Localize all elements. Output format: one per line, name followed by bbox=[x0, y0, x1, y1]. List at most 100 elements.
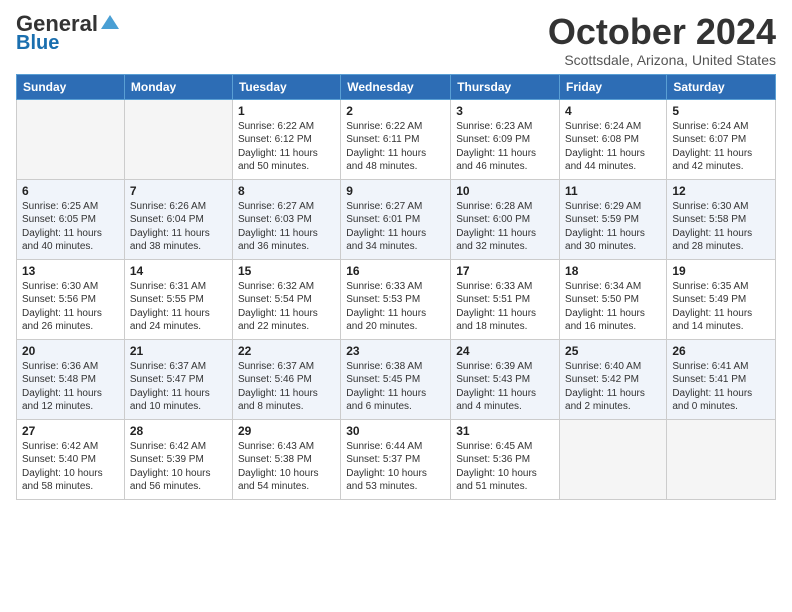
calendar-cell: 2Sunrise: 6:22 AM Sunset: 6:11 PM Daylig… bbox=[341, 99, 451, 179]
day-number: 14 bbox=[130, 264, 227, 278]
logo-icon bbox=[101, 13, 119, 31]
calendar-cell: 16 Sunrise: 6:33 AM Sunset: 5:53 PM Dayli… bbox=[341, 259, 451, 339]
calendar-cell: 21 Sunrise: 6:37 AM Sunset: 5:47 PM Dayli… bbox=[124, 339, 232, 419]
day-info: Sunrise: 6:23 AM Sunset: 6:09 PM Dayligh… bbox=[456, 120, 554, 174]
calendar-week-row: 6 Sunrise: 6:25 AM Sunset: 6:05 PM Daylig… bbox=[17, 179, 776, 259]
calendar-cell bbox=[17, 99, 125, 179]
day-info: Sunrise: 6:27 AM Sunset: 6:01 PM Dayligh… bbox=[346, 200, 445, 254]
calendar-cell: 9 Sunrise: 6:27 AM Sunset: 6:01 PM Daylig… bbox=[341, 179, 451, 259]
day-number: 20 bbox=[22, 344, 119, 358]
calendar-header-row: SundayMondayTuesdayWednesdayThursdayFrid… bbox=[17, 74, 776, 99]
day-info: Sunrise: 6:25 AM Sunset: 6:05 PM Dayligh… bbox=[22, 200, 119, 254]
day-info: Sunrise: 6:32 AM Sunset: 5:54 PM Dayligh… bbox=[238, 280, 335, 334]
calendar-week-row: 1 Sunrise: 6:22 AM Sunset: 6:12 PM Daylig… bbox=[17, 99, 776, 179]
day-number: 7 bbox=[130, 184, 227, 198]
calendar-cell: 6 Sunrise: 6:25 AM Sunset: 6:05 PM Daylig… bbox=[17, 179, 125, 259]
day-info: Sunrise: 6:27 AM Sunset: 6:03 PM Dayligh… bbox=[238, 200, 335, 254]
title-area: October 2024 Scottsdale, Arizona, United… bbox=[548, 12, 776, 68]
location: Scottsdale, Arizona, United States bbox=[548, 52, 776, 68]
calendar-cell: 14Sunrise: 6:31 AM Sunset: 5:55 PM Dayli… bbox=[124, 259, 232, 339]
day-number: 24 bbox=[456, 344, 554, 358]
day-of-week-thursday: Thursday bbox=[451, 74, 560, 99]
day-number: 4 bbox=[565, 104, 661, 118]
day-info: Sunrise: 6:38 AM Sunset: 5:45 PM Dayligh… bbox=[346, 360, 445, 414]
calendar-cell bbox=[560, 419, 667, 499]
calendar-cell: 26Sunrise: 6:41 AM Sunset: 5:41 PM Dayli… bbox=[667, 339, 776, 419]
calendar-cell: 18 Sunrise: 6:34 AM Sunset: 5:50 PM Dayli… bbox=[560, 259, 667, 339]
calendar-cell: 27 Sunrise: 6:42 AM Sunset: 5:40 PM Dayli… bbox=[17, 419, 125, 499]
day-number: 28 bbox=[130, 424, 227, 438]
calendar-cell: 11Sunrise: 6:29 AM Sunset: 5:59 PM Dayli… bbox=[560, 179, 667, 259]
day-number: 9 bbox=[346, 184, 445, 198]
day-info: Sunrise: 6:30 AM Sunset: 5:58 PM Dayligh… bbox=[672, 200, 770, 254]
calendar-cell: 17 Sunrise: 6:33 AM Sunset: 5:51 PM Dayli… bbox=[451, 259, 560, 339]
page-container: General Blue October 2024 Scottsdale, Ar… bbox=[0, 0, 792, 508]
day-number: 6 bbox=[22, 184, 119, 198]
day-info: Sunrise: 6:34 AM Sunset: 5:50 PM Dayligh… bbox=[565, 280, 661, 334]
day-info: Sunrise: 6:44 AM Sunset: 5:37 PM Dayligh… bbox=[346, 440, 445, 494]
day-number: 25 bbox=[565, 344, 661, 358]
calendar-cell: 22 Sunrise: 6:37 AM Sunset: 5:46 PM Dayli… bbox=[232, 339, 340, 419]
day-number: 15 bbox=[238, 264, 335, 278]
day-number: 13 bbox=[22, 264, 119, 278]
calendar-cell: 23 Sunrise: 6:38 AM Sunset: 5:45 PM Dayli… bbox=[341, 339, 451, 419]
day-of-week-monday: Monday bbox=[124, 74, 232, 99]
calendar-cell: 12 Sunrise: 6:30 AM Sunset: 5:58 PM Dayli… bbox=[667, 179, 776, 259]
day-number: 1 bbox=[238, 104, 335, 118]
calendar-cell: 1 Sunrise: 6:22 AM Sunset: 6:12 PM Daylig… bbox=[232, 99, 340, 179]
calendar-cell: 31Sunrise: 6:45 AM Sunset: 5:36 PM Dayli… bbox=[451, 419, 560, 499]
calendar-cell: 10Sunrise: 6:28 AM Sunset: 6:00 PM Dayli… bbox=[451, 179, 560, 259]
day-number: 5 bbox=[672, 104, 770, 118]
day-number: 30 bbox=[346, 424, 445, 438]
day-number: 18 bbox=[565, 264, 661, 278]
day-number: 2 bbox=[346, 104, 445, 118]
calendar-cell: 15 Sunrise: 6:32 AM Sunset: 5:54 PM Dayli… bbox=[232, 259, 340, 339]
day-info: Sunrise: 6:35 AM Sunset: 5:49 PM Dayligh… bbox=[672, 280, 770, 334]
day-number: 31 bbox=[456, 424, 554, 438]
day-info: Sunrise: 6:41 AM Sunset: 5:41 PM Dayligh… bbox=[672, 360, 770, 414]
day-number: 29 bbox=[238, 424, 335, 438]
day-info: Sunrise: 6:36 AM Sunset: 5:48 PM Dayligh… bbox=[22, 360, 119, 414]
day-number: 23 bbox=[346, 344, 445, 358]
day-info: Sunrise: 6:37 AM Sunset: 5:47 PM Dayligh… bbox=[130, 360, 227, 414]
day-number: 11 bbox=[565, 184, 661, 198]
day-number: 19 bbox=[672, 264, 770, 278]
day-of-week-tuesday: Tuesday bbox=[232, 74, 340, 99]
day-info: Sunrise: 6:22 AM Sunset: 6:12 PM Dayligh… bbox=[238, 120, 335, 174]
day-of-week-sunday: Sunday bbox=[17, 74, 125, 99]
logo-blue: Blue bbox=[16, 32, 119, 54]
calendar-cell: 8 Sunrise: 6:27 AM Sunset: 6:03 PM Daylig… bbox=[232, 179, 340, 259]
day-info: Sunrise: 6:39 AM Sunset: 5:43 PM Dayligh… bbox=[456, 360, 554, 414]
day-info: Sunrise: 6:42 AM Sunset: 5:40 PM Dayligh… bbox=[22, 440, 119, 494]
day-number: 12 bbox=[672, 184, 770, 198]
day-number: 21 bbox=[130, 344, 227, 358]
calendar-cell: 13 Sunrise: 6:30 AM Sunset: 5:56 PM Dayli… bbox=[17, 259, 125, 339]
day-info: Sunrise: 6:30 AM Sunset: 5:56 PM Dayligh… bbox=[22, 280, 119, 334]
day-info: Sunrise: 6:24 AM Sunset: 6:08 PM Dayligh… bbox=[565, 120, 661, 174]
logo: General Blue bbox=[16, 12, 119, 54]
month-title: October 2024 bbox=[548, 12, 776, 52]
day-number: 27 bbox=[22, 424, 119, 438]
day-of-week-friday: Friday bbox=[560, 74, 667, 99]
calendar-cell: 4 Sunrise: 6:24 AM Sunset: 6:08 PM Daylig… bbox=[560, 99, 667, 179]
day-number: 8 bbox=[238, 184, 335, 198]
calendar-cell: 24 Sunrise: 6:39 AM Sunset: 5:43 PM Dayli… bbox=[451, 339, 560, 419]
calendar-week-row: 20 Sunrise: 6:36 AM Sunset: 5:48 PM Dayli… bbox=[17, 339, 776, 419]
day-info: Sunrise: 6:37 AM Sunset: 5:46 PM Dayligh… bbox=[238, 360, 335, 414]
calendar-cell: 28Sunrise: 6:42 AM Sunset: 5:39 PM Dayli… bbox=[124, 419, 232, 499]
day-info: Sunrise: 6:43 AM Sunset: 5:38 PM Dayligh… bbox=[238, 440, 335, 494]
calendar-cell: 20 Sunrise: 6:36 AM Sunset: 5:48 PM Dayli… bbox=[17, 339, 125, 419]
calendar-table: SundayMondayTuesdayWednesdayThursdayFrid… bbox=[16, 74, 776, 500]
day-number: 22 bbox=[238, 344, 335, 358]
header: General Blue October 2024 Scottsdale, Ar… bbox=[16, 12, 776, 68]
calendar-cell: 30 Sunrise: 6:44 AM Sunset: 5:37 PM Dayli… bbox=[341, 419, 451, 499]
calendar-cell: 29 Sunrise: 6:43 AM Sunset: 5:38 PM Dayli… bbox=[232, 419, 340, 499]
day-number: 10 bbox=[456, 184, 554, 198]
day-number: 16 bbox=[346, 264, 445, 278]
calendar-cell bbox=[124, 99, 232, 179]
day-number: 17 bbox=[456, 264, 554, 278]
calendar-cell: 5Sunrise: 6:24 AM Sunset: 6:07 PM Daylig… bbox=[667, 99, 776, 179]
day-info: Sunrise: 6:33 AM Sunset: 5:51 PM Dayligh… bbox=[456, 280, 554, 334]
day-info: Sunrise: 6:33 AM Sunset: 5:53 PM Dayligh… bbox=[346, 280, 445, 334]
day-of-week-saturday: Saturday bbox=[667, 74, 776, 99]
